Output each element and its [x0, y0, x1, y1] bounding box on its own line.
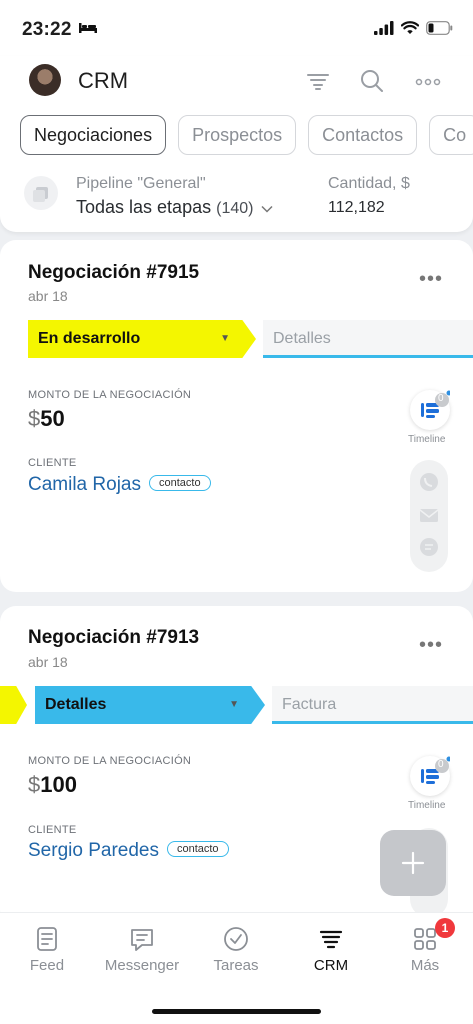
nav-tareas[interactable]: Tareas: [191, 925, 281, 974]
currency-symbol: $: [28, 772, 41, 797]
phone-icon: [420, 473, 438, 491]
chat-icon: [420, 538, 438, 556]
stage-selector[interactable]: Detalles ▼: [35, 686, 265, 724]
stage-next-label: Detalles: [273, 330, 331, 347]
stage-current-label: En desarrollo: [38, 330, 141, 347]
stage-next[interactable]: Factura: [272, 686, 473, 724]
pipeline-label: Pipeline "General": [76, 175, 206, 192]
deal-amount: $100: [28, 772, 77, 798]
client-type-badge: contacto: [148, 474, 211, 491]
nav-label: Más: [410, 957, 440, 974]
stage-next-label: Factura: [282, 696, 337, 713]
amount-label: MONTO DE LA NEGOCIACIÓN: [28, 389, 192, 401]
tab-contactos[interactable]: Contactos: [308, 115, 418, 155]
quick-actions: [410, 460, 448, 572]
nav-label: Tareas: [213, 957, 259, 974]
battery-icon: [426, 21, 453, 35]
crm-header: CRM Negociaciones Prospectos Contactos C…: [0, 56, 473, 232]
nav-mas[interactable]: Más: [380, 925, 470, 974]
mail-icon: [420, 509, 438, 522]
deal-title: Negociación #7913: [28, 627, 200, 648]
timeline-button[interactable]: 0: [410, 390, 452, 430]
tab-prospectos[interactable]: Prospectos: [178, 115, 297, 155]
deal-date: abr 18: [28, 654, 68, 670]
feed-icon: [37, 927, 57, 951]
deal-amount: $50: [28, 406, 65, 432]
nav-messenger[interactable]: Messenger: [97, 925, 187, 974]
client-row: Camila Rojas contacto: [28, 474, 211, 496]
tasks-icon: [224, 927, 248, 951]
signal-icon: [374, 21, 394, 35]
timeline-count: 0: [438, 393, 444, 404]
timeline-label: Timeline: [408, 434, 446, 445]
pipeline-selector[interactable]: Todas las etapas (140): [76, 197, 274, 218]
more-icon[interactable]: [414, 68, 442, 94]
pipeline-count: (140): [216, 200, 254, 217]
stage-selector[interactable]: En desarrollo ▼: [28, 320, 256, 358]
nav-label: Feed: [29, 957, 65, 974]
client-name[interactable]: Camila Rojas: [28, 474, 141, 495]
amount-total-value: 112,182: [328, 199, 385, 216]
entity-tabs: Negociaciones Prospectos Contactos Co: [20, 115, 473, 155]
timeline-icon: [421, 390, 452, 418]
tab-companias[interactable]: Co: [429, 115, 473, 155]
nav-label: Messenger: [104, 957, 180, 974]
add-deal-button[interactable]: [380, 830, 446, 896]
amount-value: 100: [40, 772, 77, 797]
stage-next[interactable]: Detalles: [263, 320, 473, 358]
deal-card[interactable]: Negociación #7915 abr 18 ••• En desarrol…: [0, 240, 473, 592]
avatar[interactable]: [29, 64, 61, 96]
status-time: 23:22: [22, 19, 72, 40]
filter-icon[interactable]: [305, 68, 331, 94]
wifi-icon: [401, 21, 419, 34]
client-label: CLIENTE: [28, 824, 77, 836]
caret-down-icon: ▼: [229, 699, 239, 710]
stage-previous: [0, 686, 27, 724]
timeline-count: 0: [438, 759, 444, 770]
nav-crm[interactable]: CRM: [286, 925, 376, 974]
amount-total-label: Cantidad, $: [328, 175, 410, 192]
timeline-button[interactable]: 0: [410, 756, 452, 796]
pipeline-icon: [24, 176, 58, 210]
amount-value: 50: [40, 406, 65, 431]
deal-more-icon[interactable]: •••: [419, 634, 443, 657]
page-title: CRM: [78, 68, 129, 93]
stage-current-label: Detalles: [45, 696, 107, 713]
crm-icon: [319, 930, 343, 949]
caret-down-icon: ▼: [220, 333, 230, 344]
bed-icon: [79, 23, 97, 33]
timeline-icon: [421, 756, 452, 784]
home-indicator[interactable]: [152, 1009, 321, 1014]
chevron-down-icon: [261, 205, 274, 213]
notification-badge: 1: [435, 918, 455, 938]
status-bar: 23:22: [0, 0, 473, 56]
amount-label: MONTO DE LA NEGOCIACIÓN: [28, 755, 192, 767]
pipeline-stage-label: Todas las etapas: [76, 197, 212, 217]
deal-more-icon[interactable]: •••: [419, 268, 443, 291]
deal-date: abr 18: [28, 288, 68, 304]
client-name[interactable]: Sergio Paredes: [28, 840, 159, 861]
deal-title: Negociación #7915: [28, 262, 200, 283]
tab-negociaciones[interactable]: Negociaciones: [20, 115, 167, 155]
timeline-label: Timeline: [408, 800, 446, 811]
search-icon[interactable]: [359, 68, 385, 94]
currency-symbol: $: [28, 406, 41, 431]
client-row: Sergio Paredes contacto: [28, 840, 229, 862]
plus-icon: [401, 851, 425, 875]
messenger-icon: [131, 929, 153, 951]
nav-feed[interactable]: Feed: [2, 925, 92, 974]
client-type-badge: contacto: [166, 840, 229, 857]
nav-label: CRM: [313, 957, 349, 974]
client-label: CLIENTE: [28, 457, 77, 469]
bottom-nav: Feed Messenger Tareas CRM Más: [0, 912, 473, 1024]
